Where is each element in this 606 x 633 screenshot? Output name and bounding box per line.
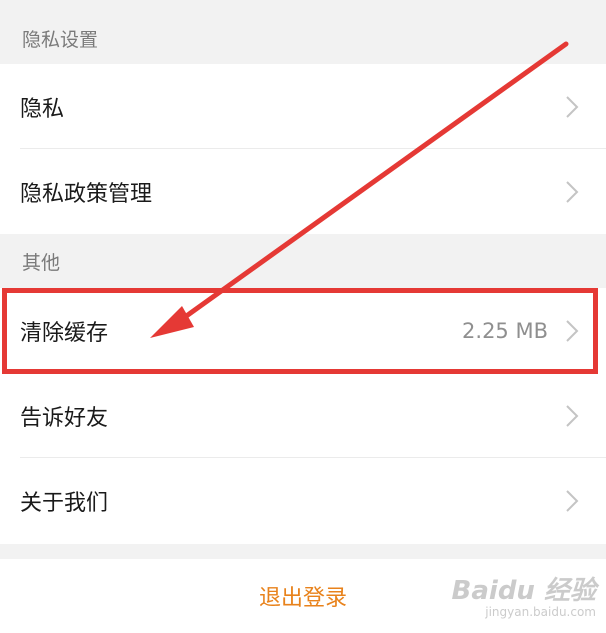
settings-row-privacy-policy[interactable]: 隐私政策管理 (0, 149, 606, 234)
settings-row-tell-friends[interactable]: 告诉好友 (0, 373, 606, 458)
watermark-logo: Baidu 经验 jingyan.baidu.com (452, 577, 596, 619)
chevron-right-icon (566, 95, 579, 118)
top-strip (0, 0, 606, 12)
section-header-label: 隐私设置 (22, 28, 99, 51)
chevron-right-icon (566, 490, 579, 512)
row-label: 隐私政策管理 (20, 181, 153, 207)
section-header-privacy: 隐私设置 (0, 12, 606, 64)
section-header-other: 其他 (0, 234, 606, 288)
row-label: 关于我们 (20, 491, 109, 516)
settings-row-about-us[interactable]: 关于我们 (0, 458, 606, 544)
watermark-main: Baidu 经验 (451, 576, 596, 607)
chevron-right-icon (566, 180, 579, 203)
chevron-right-icon (566, 404, 579, 427)
watermark-sub: jingyan.baidu.com (485, 604, 596, 619)
row-label: 告诉好友 (20, 405, 109, 431)
chevron-right-icon (566, 319, 579, 342)
settings-row-privacy[interactable]: 隐私 (0, 64, 606, 149)
row-label: 清除缓存 (20, 320, 109, 346)
settings-row-clear-cache[interactable]: 清除缓存 2.25 MB (0, 288, 606, 373)
logout-label: 退出登录 (258, 586, 347, 611)
cache-size-value: 2.25 MB (462, 318, 548, 343)
row-label: 隐私 (20, 96, 65, 122)
section-header-label: 其他 (22, 251, 61, 274)
